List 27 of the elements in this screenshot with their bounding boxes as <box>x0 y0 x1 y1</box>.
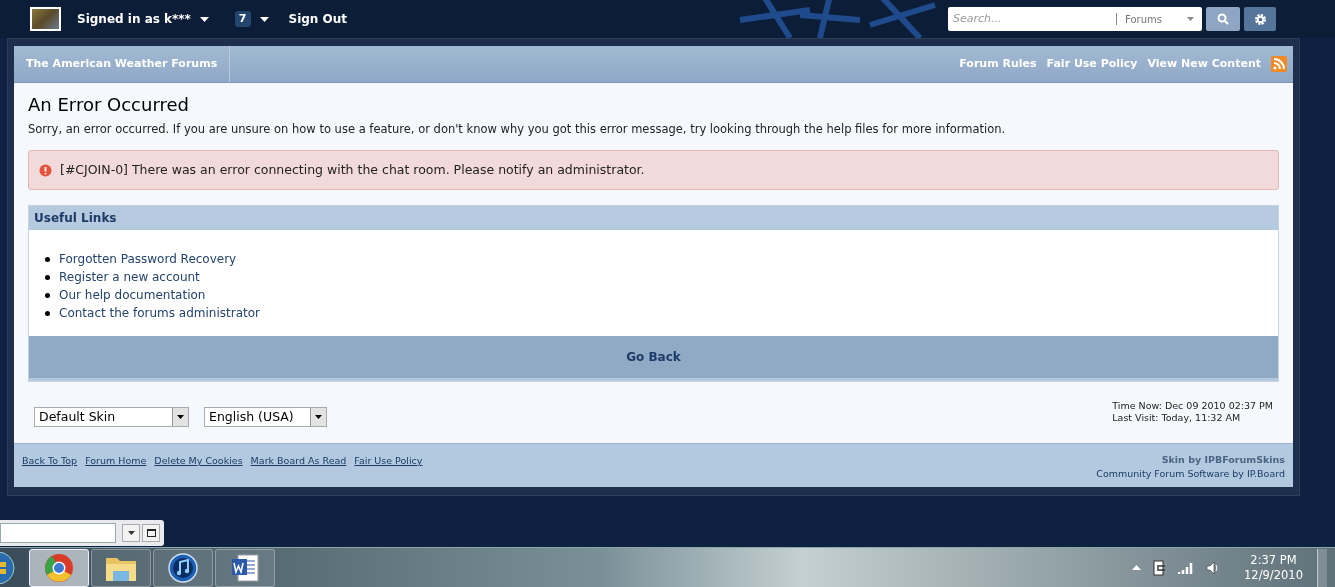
error-description: Sorry, an error occurred. If you are unsure on how to use a feature, or don't know why you got this error message, try looking through the help files for more information. <box>28 121 1007 138</box>
search-field[interactable]: Search... Forums <box>948 7 1202 31</box>
notification-count: 7 <box>234 10 251 28</box>
software-credit: Community Forum Software by IP.Board <box>1096 467 1285 482</box>
go-back-button[interactable]: Go Back <box>626 348 681 367</box>
dropdown-select[interactable]: Default Skin <box>34 407 189 428</box>
footer-link[interactable]: Mark Board As Read <box>250 454 347 469</box>
footer-link[interactable]: Fair Use Policy <box>354 454 423 469</box>
last-visit: Last Visit: Today, 11:32 AM <box>1112 412 1242 425</box>
panel-header: Useful Links <box>29 206 1278 231</box>
footer-link[interactable]: Back To Top <box>22 454 78 469</box>
help-link[interactable]: Register a new account <box>59 268 200 287</box>
sign-out-link[interactable]: Sign Out <box>288 10 348 28</box>
footer-link[interactable]: Delete My Cookies <box>154 454 243 469</box>
skin-credit: Skin by IPBForumSkins <box>1160 453 1285 468</box>
taskbar-clock[interactable]: 2:37 PM 12/9/2010 <box>1242 552 1305 583</box>
time-now: Time Now: Dec 09 2010 02:37 PM <box>1112 400 1273 413</box>
user-menu-button[interactable]: Signed in as k*** <box>77 10 209 28</box>
footer-link[interactable]: Forum Home <box>85 454 147 469</box>
help-link[interactable]: Forgotten Password Recovery <box>59 250 237 269</box>
search-scope-select[interactable]: Forums <box>1117 11 1202 27</box>
dropdown-select[interactable]: English (USA) <box>204 407 327 428</box>
notifications-button[interactable]: 7 <box>234 10 269 28</box>
help-link[interactable]: Our help documentation <box>59 286 206 305</box>
help-link[interactable]: Contact the forums administrator <box>59 304 261 323</box>
page-title: An Error Occurred <box>28 93 190 117</box>
alert-text: [#CJOIN-0] There was an error connecting with the chat room. Please notify an administrator. <box>60 160 645 179</box>
